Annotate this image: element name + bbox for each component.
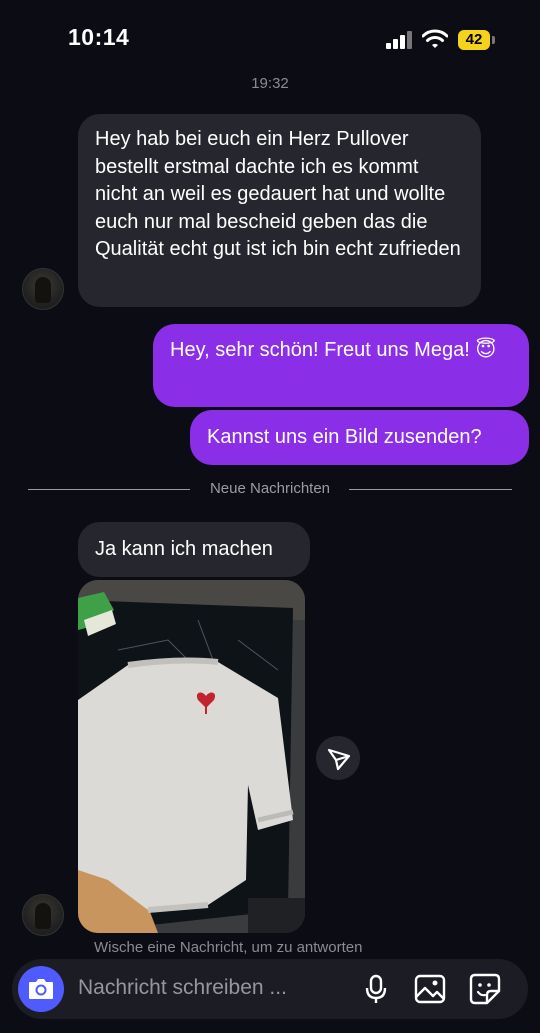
- message-text: Hey, sehr schön! Freut uns Mega! 😇: [170, 339, 497, 361]
- received-message[interactable]: Ja kann ich machen: [78, 522, 310, 577]
- avatar[interactable]: [22, 894, 64, 936]
- message-composer: Nachricht schreiben ...: [12, 959, 528, 1019]
- wifi-icon: [422, 29, 448, 48]
- received-message[interactable]: Hey hab bei euch ein Herz Pullover beste…: [78, 114, 481, 307]
- sent-message[interactable]: Hey, sehr schön! Freut uns Mega! 😇: [153, 324, 529, 407]
- signal-icon: [386, 31, 414, 49]
- sweater-photo: [78, 580, 305, 933]
- message-timestamp: 19:32: [251, 75, 289, 88]
- new-messages-divider: Neue Nachrichten: [28, 480, 512, 500]
- photo-message[interactable]: [78, 580, 305, 933]
- message-text: Hey hab bei euch ein Herz Pullover beste…: [95, 128, 461, 260]
- message-text: Kannst uns ein Bild zusenden?: [207, 426, 482, 448]
- share-icon: [327, 748, 351, 771]
- gallery-icon[interactable]: [412, 971, 448, 1007]
- status-time: 10:14: [68, 24, 130, 50]
- message-text: Ja kann ich machen: [95, 538, 273, 560]
- sent-message[interactable]: Kannst uns ein Bild zusenden?: [190, 410, 529, 465]
- battery-indicator: 42: [458, 30, 490, 50]
- message-input[interactable]: Nachricht schreiben ...: [78, 976, 287, 1000]
- status-bar: 10:14 42: [0, 0, 540, 80]
- avatar[interactable]: [22, 268, 64, 310]
- microphone-icon[interactable]: [358, 971, 394, 1007]
- swipe-hint: Wische eine Nachricht, um zu antworten: [94, 939, 363, 956]
- camera-icon: [29, 979, 53, 999]
- camera-button[interactable]: [18, 966, 64, 1012]
- share-button[interactable]: [316, 736, 360, 780]
- battery-tip: [492, 36, 495, 44]
- sticker-icon[interactable]: [467, 971, 503, 1007]
